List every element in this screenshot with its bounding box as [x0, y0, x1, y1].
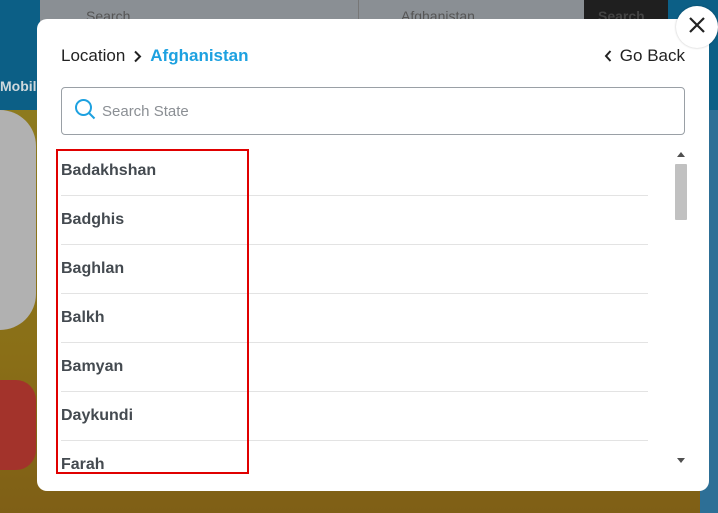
state-list-item[interactable]: Badghis — [61, 196, 648, 245]
state-name: Daykundi — [61, 407, 134, 424]
state-name: Baghlan — [61, 260, 125, 277]
chevron-right-icon — [133, 50, 142, 63]
state-name: Badghis — [61, 211, 125, 228]
state-name: Farah — [61, 456, 105, 471]
state-list-item[interactable]: Baghlan — [61, 245, 648, 294]
scroll-thumb[interactable] — [675, 164, 687, 220]
background-shape — [0, 110, 36, 330]
state-list-item[interactable]: Daykundi — [61, 392, 648, 441]
close-button[interactable] — [676, 6, 718, 48]
list-scrollbar[interactable] — [673, 147, 689, 469]
breadcrumb: Location Afghanistan — [61, 46, 249, 66]
state-list-item[interactable]: Farah — [61, 441, 648, 471]
search-state-box — [61, 87, 685, 135]
chevron-left-icon — [604, 50, 612, 62]
state-name: Badakhshan — [61, 162, 157, 179]
search-icon — [74, 98, 96, 125]
breadcrumb-current: Afghanistan — [150, 46, 249, 65]
close-icon — [688, 16, 706, 39]
state-list-item[interactable]: Balkh — [61, 294, 648, 343]
search-state-input[interactable] — [102, 102, 662, 120]
scroll-down-arrow-icon[interactable] — [677, 458, 685, 463]
scroll-up-arrow-icon[interactable] — [677, 152, 685, 157]
background-shape — [0, 380, 36, 470]
location-modal: Location Afghanistan Go Back BadakhshanB… — [37, 19, 709, 491]
state-list: Badakhshan Badghis Baghlan Balkh Bamyan Dayku… — [61, 147, 689, 471]
go-back-label: Go Back — [619, 46, 685, 65]
state-list-item[interactable]: Badakhshan — [61, 147, 648, 196]
state-name: Balkh — [61, 309, 105, 326]
state-list-item[interactable]: Bamyan — [61, 343, 648, 392]
go-back-button[interactable]: Go Back — [604, 46, 685, 66]
state-name: Bamyan — [61, 358, 124, 375]
breadcrumb-root[interactable]: Location — [61, 46, 125, 66]
